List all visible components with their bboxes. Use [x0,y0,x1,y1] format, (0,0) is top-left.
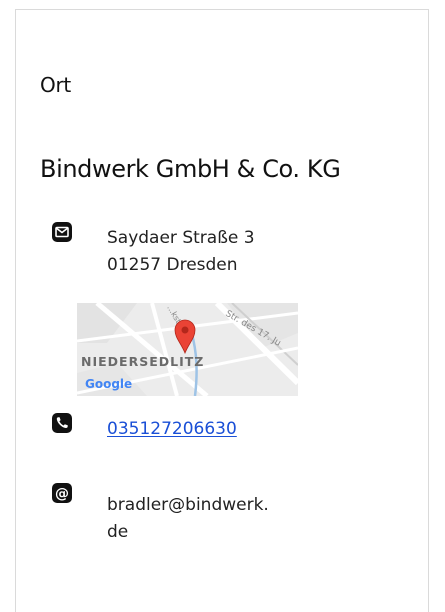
address-city: 01257 Dresden [107,255,238,275]
company-name: Bindwerk GmbH & Co. KG [40,155,341,183]
phone-block: 035127206630 [107,416,237,443]
phone-link[interactable]: 035127206630 [107,419,237,439]
phone-icon [52,413,72,433]
section-heading: Ort [40,73,71,97]
svg-text:@: @ [55,486,69,502]
map-thumbnail[interactable]: Str. des 17. Ju ...kstraße NIEDERSEDLITZ… [77,303,298,396]
at-icon: @ [52,483,72,503]
map-graphic: Str. des 17. Ju ...kstraße NIEDERSEDLITZ… [77,303,298,396]
address-street: Saydaer Straße 3 [107,228,255,248]
envelope-icon [52,222,72,242]
map-district-label: NIEDERSEDLITZ [81,354,204,369]
address-block: Saydaer Straße 3 01257 Dresden [107,225,255,279]
map-provider-logo: Google [85,377,132,391]
email-text: bradler@bindwerk.de [107,495,269,542]
